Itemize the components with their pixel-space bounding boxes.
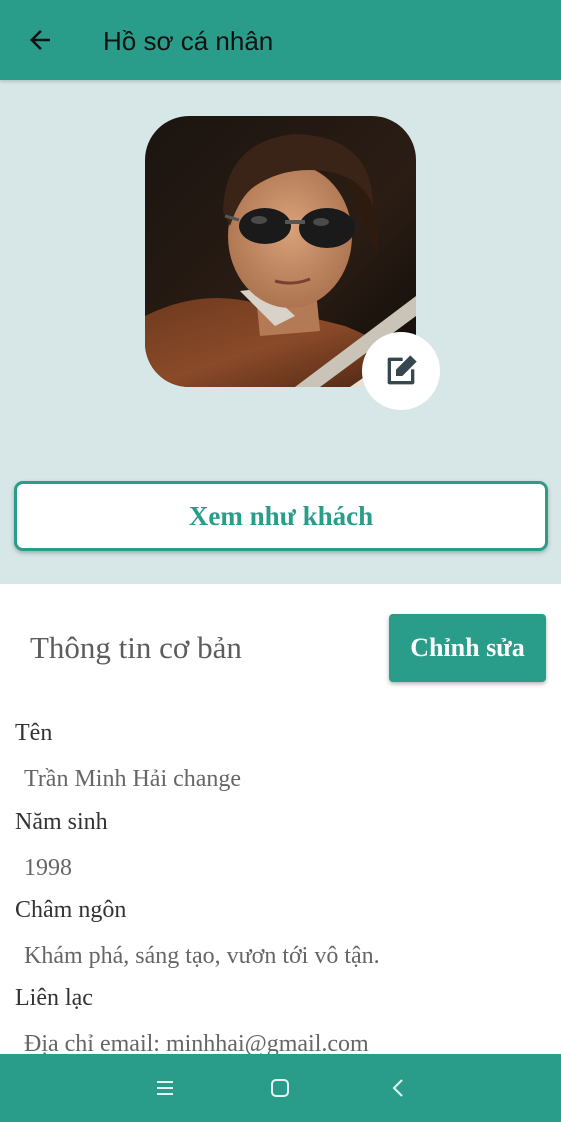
page-title: Hồ sơ cá nhân (103, 26, 274, 56)
home-icon (271, 1079, 289, 1097)
recent-apps-icon (157, 1081, 173, 1095)
profile-header: Xem như khách (0, 80, 561, 584)
field-value-birth-year: 1998 (24, 855, 72, 881)
field-label-birth-year: Năm sinh (15, 809, 108, 835)
field-value-motto: Khám phá, sáng tạo, vươn tới vô tận. (24, 943, 380, 969)
app-bar: Hồ sơ cá nhân (0, 0, 561, 80)
field-value-name: Trần Minh Hải change (24, 766, 242, 792)
home-button[interactable] (260, 1068, 300, 1108)
field-label-name: Tên (15, 720, 53, 746)
system-back-button[interactable] (378, 1068, 418, 1108)
field-label-motto: Châm ngôn (15, 897, 127, 923)
basic-info-section: Thông tin cơ bản Chỉnh sửa Tên Trần Minh… (0, 584, 561, 1054)
back-button[interactable] (22, 22, 58, 58)
back-icon (392, 1079, 403, 1097)
edit-square-icon (387, 355, 417, 385)
field-value-contact: Địa chỉ email: minhhai@gmail.com (24, 1031, 369, 1054)
field-label-contact: Liên lạc (15, 985, 93, 1011)
system-nav-bar (0, 1054, 561, 1122)
section-title: Thông tin cơ bản (30, 630, 242, 665)
view-as-guest-button[interactable]: Xem như khách (14, 481, 548, 551)
recent-apps-button[interactable] (145, 1068, 185, 1108)
edit-info-button[interactable]: Chỉnh sửa (389, 614, 546, 682)
arrow-left-icon (30, 30, 50, 50)
edit-avatar-button[interactable] (362, 332, 440, 410)
